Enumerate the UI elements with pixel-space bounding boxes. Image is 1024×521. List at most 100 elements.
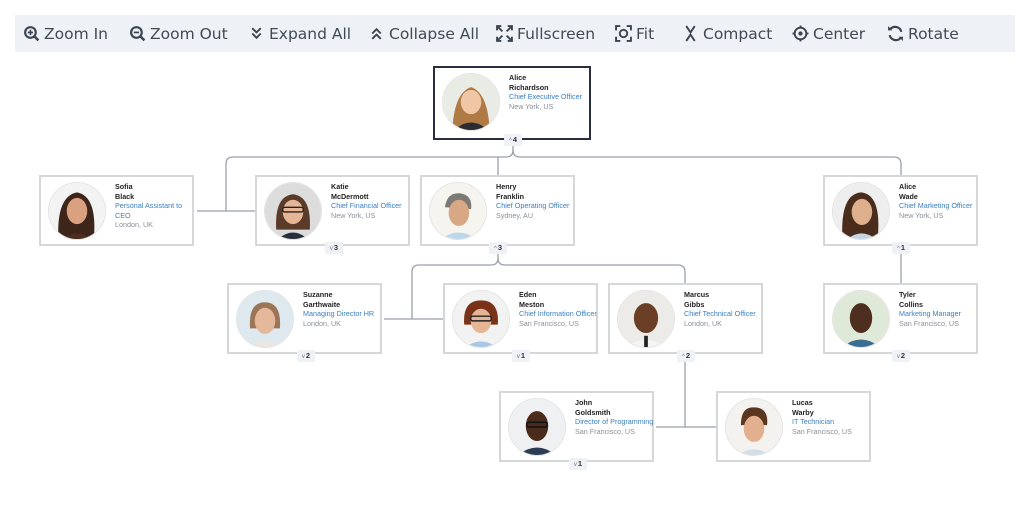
node-alice-richardson[interactable]: Alice Richardson Chief Executive Officer… bbox=[433, 66, 591, 140]
job-title: Chief Information Officer bbox=[519, 309, 597, 318]
node-sofia-black[interactable]: Sofia Black Personal Assistant to CEO Lo… bbox=[39, 175, 194, 246]
person-photo-icon bbox=[833, 291, 889, 347]
job-title: Chief Financial Officer bbox=[331, 201, 402, 210]
avatar bbox=[236, 290, 294, 348]
child-count: 1 bbox=[577, 459, 583, 468]
collapse-toggle[interactable]: ^3 bbox=[489, 242, 507, 254]
location: New York, US bbox=[509, 101, 554, 111]
location: San Francisco, US bbox=[519, 318, 579, 328]
location: San Francisco, US bbox=[575, 426, 635, 436]
person-photo-icon bbox=[726, 399, 782, 455]
expand-toggle[interactable]: v1 bbox=[512, 350, 530, 362]
child-count: 2 bbox=[685, 351, 690, 360]
avatar bbox=[48, 182, 106, 240]
last-name: Warby bbox=[792, 407, 814, 417]
avatar bbox=[442, 73, 500, 131]
avatar bbox=[429, 182, 487, 240]
first-name: Sofia bbox=[115, 182, 133, 191]
location: Sydney, AU bbox=[496, 210, 534, 220]
job-title: Chief Operating Officer bbox=[496, 201, 570, 210]
person-photo-icon bbox=[265, 183, 321, 239]
person-photo-icon bbox=[833, 183, 889, 239]
avatar bbox=[832, 182, 890, 240]
avatar bbox=[725, 398, 783, 456]
person-photo-icon bbox=[509, 399, 565, 455]
first-name: John bbox=[575, 398, 593, 407]
first-name: Lucas bbox=[792, 398, 813, 407]
child-count: 3 bbox=[333, 243, 339, 252]
node-katie-mcdermott[interactable]: Katie McDermott Chief Financial Officer … bbox=[255, 175, 410, 246]
node-lucas-warby[interactable]: Lucas Warby IT Technician San Francisco,… bbox=[716, 391, 871, 462]
node-tyler-collins[interactable]: Tyler Collins Marketing Manager San Fran… bbox=[823, 283, 978, 354]
child-count: 2 bbox=[305, 351, 311, 360]
location: San Francisco, US bbox=[899, 318, 959, 328]
child-count: 3 bbox=[497, 243, 502, 252]
last-name: Wade bbox=[899, 191, 918, 201]
person-photo-icon bbox=[453, 291, 509, 347]
collapse-toggle[interactable]: ^1 bbox=[892, 242, 910, 254]
last-name: McDermott bbox=[331, 191, 369, 201]
link-henry-right bbox=[497, 257, 686, 283]
location: London, UK bbox=[684, 318, 722, 328]
avatar bbox=[508, 398, 566, 456]
chevron-up-icon: ^ bbox=[682, 354, 685, 360]
location: San Francisco, US bbox=[792, 426, 852, 436]
last-name: Collins bbox=[899, 299, 923, 309]
chevron-up-icon: ^ bbox=[494, 246, 497, 252]
job-title: Chief Marketing Officer bbox=[899, 201, 973, 210]
location: London, UK bbox=[115, 220, 153, 229]
expand-toggle[interactable]: v1 bbox=[569, 458, 587, 470]
person-photo-icon bbox=[430, 183, 486, 239]
collapse-toggle[interactable]: ^4 bbox=[504, 134, 522, 146]
link-root-right bbox=[512, 149, 902, 175]
first-name: Eden bbox=[519, 290, 537, 299]
expand-toggle[interactable]: v2 bbox=[297, 350, 315, 362]
avatar bbox=[452, 290, 510, 348]
job-title: Marketing Manager bbox=[899, 309, 961, 318]
avatar bbox=[264, 182, 322, 240]
chevron-up-icon: ^ bbox=[897, 246, 900, 252]
first-name: Alice bbox=[509, 73, 527, 82]
avatar bbox=[832, 290, 890, 348]
child-count: 4 bbox=[512, 135, 517, 144]
node-henry-franklin[interactable]: Henry Franklin Chief Operating Officer S… bbox=[420, 175, 575, 246]
person-photo-icon bbox=[237, 291, 293, 347]
last-name: Meston bbox=[519, 299, 545, 309]
person-photo-icon bbox=[443, 74, 499, 130]
expand-toggle[interactable]: v3 bbox=[325, 242, 343, 254]
job-title: Personal Assistant to CEO bbox=[115, 201, 183, 220]
last-name: Richardson bbox=[509, 82, 549, 92]
last-name: Goldsmith bbox=[575, 407, 611, 417]
chevron-down-icon: v bbox=[573, 462, 577, 468]
expand-toggle[interactable]: v2 bbox=[892, 350, 910, 362]
collapse-toggle[interactable]: ^2 bbox=[677, 350, 695, 362]
last-name: Black bbox=[115, 191, 135, 201]
child-count: 1 bbox=[520, 351, 526, 360]
node-marcus-gibbs[interactable]: Marcus Gibbs Chief Technical Officer Lon… bbox=[608, 283, 763, 354]
chevron-down-icon: v bbox=[329, 246, 333, 252]
location: New York, US bbox=[899, 210, 944, 220]
avatar bbox=[617, 290, 675, 348]
first-name: Henry bbox=[496, 182, 517, 191]
last-name: Garthwaite bbox=[303, 299, 341, 309]
chevron-down-icon: v bbox=[301, 354, 305, 360]
child-count: 2 bbox=[900, 351, 906, 360]
node-john-goldsmith[interactable]: John Goldsmith Director of Programming S… bbox=[499, 391, 654, 462]
node-alice-wade[interactable]: Alice Wade Chief Marketing Officer New Y… bbox=[823, 175, 978, 246]
chevron-down-icon: v bbox=[516, 354, 520, 360]
first-name: Alice bbox=[899, 182, 917, 191]
node-eden-meston[interactable]: Eden Meston Chief Information Officer Sa… bbox=[443, 283, 598, 354]
job-title: Chief Technical Officer bbox=[684, 309, 756, 318]
person-photo-icon bbox=[49, 183, 105, 239]
job-title: Director of Programming bbox=[575, 417, 654, 426]
chevron-down-icon: v bbox=[896, 354, 900, 360]
node-suzanne-garthwaite[interactable]: Suzanne Garthwaite Managing Director HR … bbox=[227, 283, 382, 354]
person-photo-icon bbox=[618, 291, 674, 347]
location: London, UK bbox=[303, 318, 341, 328]
first-name: Suzanne bbox=[303, 290, 333, 299]
chevron-up-icon: ^ bbox=[509, 138, 512, 144]
first-name: Marcus bbox=[684, 290, 710, 299]
job-title: Chief Executive Officer bbox=[509, 92, 582, 101]
last-name: Franklin bbox=[496, 191, 524, 201]
first-name: Katie bbox=[331, 182, 349, 191]
